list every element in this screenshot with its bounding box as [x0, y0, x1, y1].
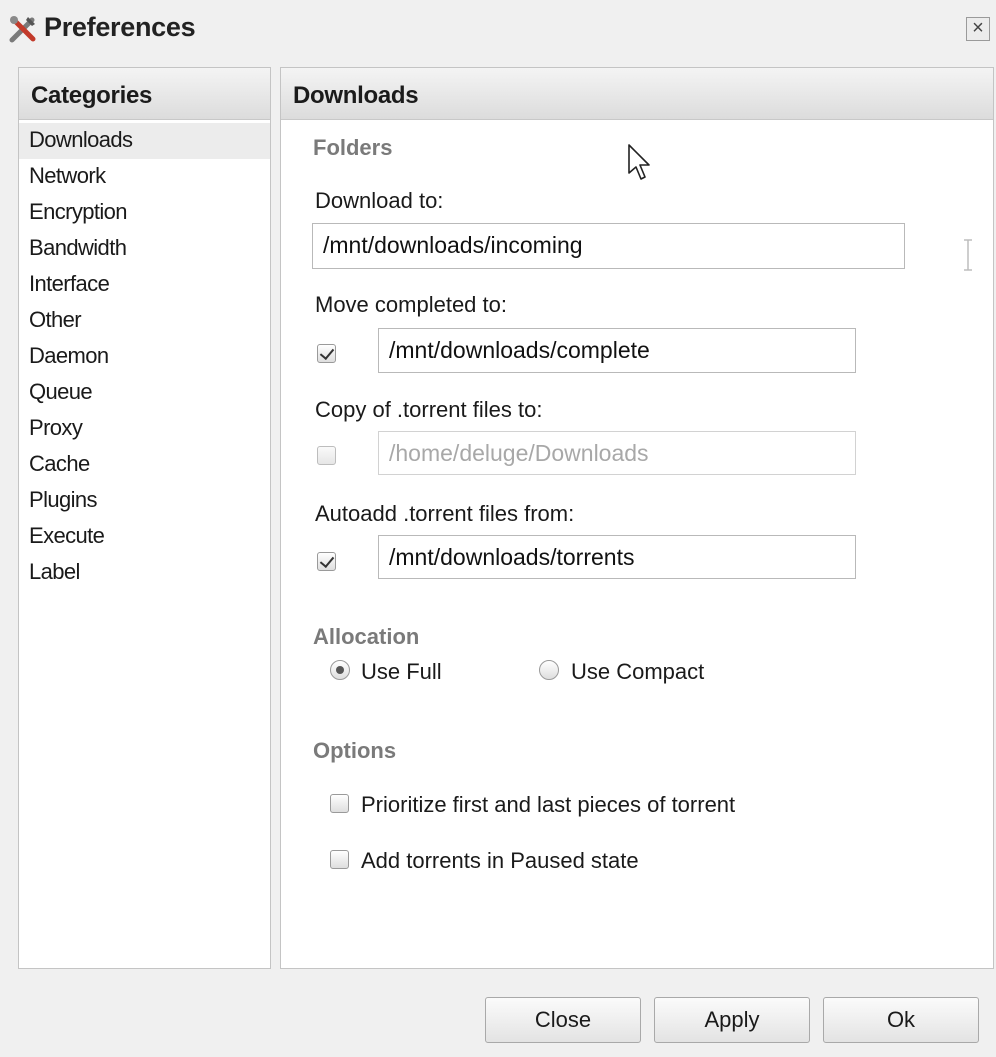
copy-torrent-checkbox[interactable] — [317, 446, 336, 465]
window-close-button[interactable]: × — [966, 17, 990, 41]
prioritize-checkbox[interactable] — [330, 794, 349, 813]
categories-header: Categories — [19, 68, 270, 120]
category-plugins[interactable]: Plugins — [19, 483, 270, 519]
use-compact-radio[interactable] — [539, 660, 559, 680]
apply-button[interactable]: Apply — [654, 997, 810, 1043]
move-completed-input[interactable]: /mnt/downloads/complete — [378, 328, 856, 373]
tools-icon — [9, 16, 36, 43]
move-completed-checkbox[interactable] — [317, 344, 336, 363]
ok-button[interactable]: Ok — [823, 997, 979, 1043]
mouse-pointer-icon — [628, 144, 650, 180]
download-to-label: Download to: — [315, 188, 444, 213]
text-cursor-icon — [964, 239, 972, 271]
category-proxy[interactable]: Proxy — [19, 411, 270, 447]
autoadd-label: Autoadd .torrent files from: — [315, 501, 575, 526]
category-cache[interactable]: Cache — [19, 447, 270, 483]
allocation-section-title: Allocation — [313, 624, 420, 649]
panel-title: Downloads — [281, 68, 993, 120]
categories-list: Downloads Network Encryption Bandwidth I… — [19, 120, 270, 591]
category-queue[interactable]: Queue — [19, 375, 270, 411]
categories-panel: Categories Downloads Network Encryption … — [18, 67, 271, 969]
downloads-panel: Downloads Folders Download to: /mnt/down… — [280, 67, 994, 969]
use-full-radio[interactable] — [330, 660, 350, 680]
category-other[interactable]: Other — [19, 303, 270, 339]
category-encryption[interactable]: Encryption — [19, 195, 270, 231]
window-title: Preferences — [44, 12, 196, 42]
autoadd-checkbox[interactable] — [317, 552, 336, 571]
category-network[interactable]: Network — [19, 159, 270, 195]
add-paused-checkbox[interactable] — [330, 850, 349, 869]
copy-torrent-input[interactable]: /home/deluge/Downloads — [378, 431, 856, 475]
options-section-title: Options — [313, 738, 397, 763]
title-bar: Preferences × — [0, 0, 996, 60]
category-daemon[interactable]: Daemon — [19, 339, 270, 375]
add-paused-label: Add torrents in Paused state — [361, 848, 639, 873]
preferences-window: Preferences × Categories Downloads Netwo… — [0, 0, 996, 1057]
use-compact-label: Use Compact — [571, 659, 705, 684]
move-completed-label: Move completed to: — [315, 292, 507, 317]
folders-section-title: Folders — [313, 135, 393, 160]
category-interface[interactable]: Interface — [19, 267, 270, 303]
category-label[interactable]: Label — [19, 555, 270, 591]
use-full-label: Use Full — [361, 659, 442, 684]
copy-torrent-label: Copy of .torrent files to: — [315, 397, 543, 422]
prioritize-label: Prioritize first and last pieces of torr… — [361, 792, 736, 817]
category-execute[interactable]: Execute — [19, 519, 270, 555]
autoadd-input[interactable]: /mnt/downloads/torrents — [378, 535, 856, 579]
close-button[interactable]: Close — [485, 997, 641, 1043]
category-bandwidth[interactable]: Bandwidth — [19, 231, 270, 267]
category-downloads[interactable]: Downloads — [19, 123, 270, 159]
download-to-input[interactable]: /mnt/downloads/incoming — [312, 223, 905, 269]
